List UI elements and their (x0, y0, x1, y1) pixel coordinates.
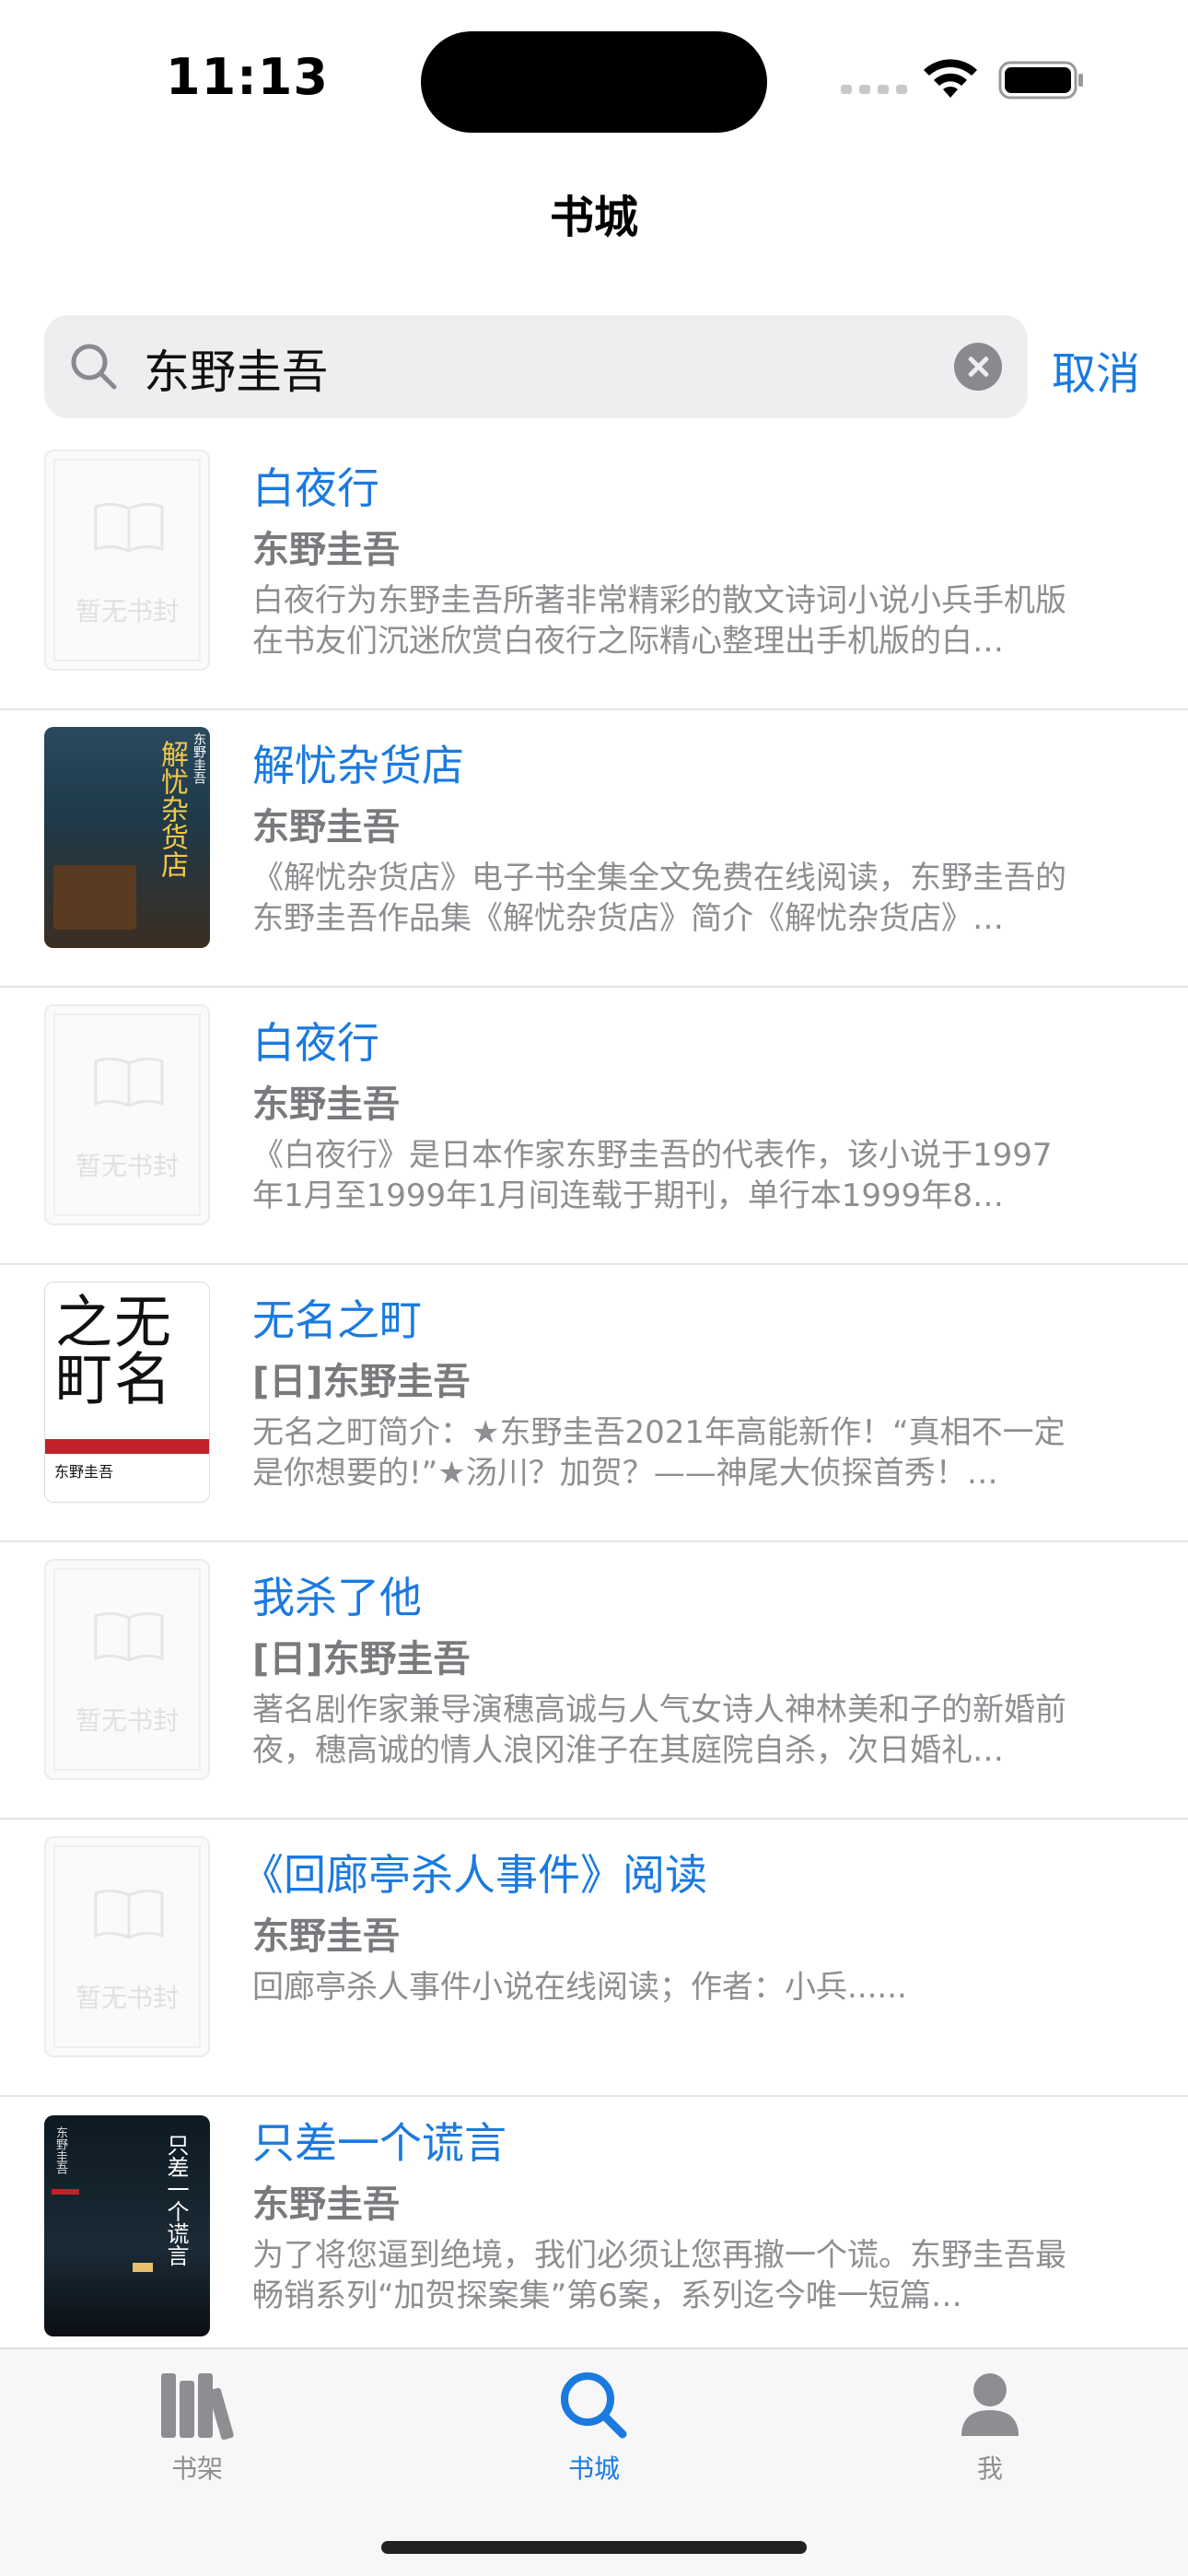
book-cover-image: 无名之町 东野圭吾 (44, 1282, 210, 1503)
book-title[interactable]: 白夜行 (252, 455, 379, 516)
book-author: 东野圭吾 (252, 2184, 400, 2226)
bookshelf-icon (161, 2373, 234, 2441)
book-title[interactable]: 我杀了他 (252, 1564, 422, 1625)
battery-icon (998, 61, 1083, 100)
placeholder-cover-text: 暂无书封 (75, 1705, 179, 1736)
book-description: 无名之町简介：★东野圭吾2021年高能新作！“真相不一定是你想要的!”★汤川？加… (252, 1414, 1066, 1492)
book-author: 东野圭吾 (252, 806, 400, 849)
book-title[interactable]: 只差一个谎言 (252, 2110, 507, 2171)
book-row[interactable]: 暂无书封 《回廊亭杀人事件》阅读 东野圭吾 回廊亭杀人事件小说在线阅读；作者：小… (0, 1820, 1188, 2097)
book-description: 为了将您逼到绝境，我们必须让您再撤一个谎。东野圭吾最畅销系列“加贺探案集”第6案… (252, 2237, 1066, 2314)
status-bar: 11:13 (0, 0, 1188, 157)
book-author: 东野圭吾 (252, 1915, 400, 1958)
book-title[interactable]: 无名之町 (252, 1287, 422, 1348)
status-time: 11:13 (166, 48, 329, 106)
book-cover-placeholder: 暂无书封 (44, 1004, 210, 1225)
search-results-list: 暂无书封 白夜行 东野圭吾 白夜行为东野圭吾所著非常精彩的散文诗词小说小兵手机版… (0, 433, 1188, 2336)
book-cover-placeholder: 暂无书封 (44, 1559, 210, 1780)
cover-author-text: 东野圭吾 (192, 732, 206, 784)
cellular-signal-icon (841, 85, 907, 94)
cover-author-text: 东野圭吾 (54, 1463, 114, 1481)
tab-bookstore[interactable]: 书城 (502, 2368, 686, 2486)
book-title[interactable]: 解忧杂货店 (252, 732, 464, 793)
home-indicator[interactable] (381, 2541, 807, 2554)
book-row[interactable]: 无名之町 东野圭吾 无名之町 [日]东野圭吾 无名之町简介：★东野圭吾2021年… (0, 1265, 1188, 1542)
search-icon (71, 344, 117, 390)
cover-title-text: 无名之町 (45, 1292, 171, 1406)
book-author: 东野圭吾 (252, 1083, 400, 1126)
tab-label: 书城 (567, 2453, 620, 2484)
book-cover-image: 解忧杂货店 东野圭吾 (44, 727, 210, 948)
person-icon (961, 2373, 1019, 2436)
page-title: 书城 (549, 192, 638, 243)
tab-profile[interactable]: 我 (898, 2368, 1082, 2486)
placeholder-cover-text: 暂无书封 (75, 1983, 179, 2013)
book-row[interactable]: 暂无书封 白夜行 东野圭吾 白夜行为东野圭吾所著非常精彩的散文诗词小说小兵手机版… (0, 433, 1188, 710)
tab-label: 我 (976, 2453, 1003, 2484)
cover-title-text: 只差一个谎言 (163, 2134, 189, 2266)
book-row[interactable]: 暂无书封 白夜行 东野圭吾 《白夜行》是日本作家东野圭吾的代表作，该小说于199… (0, 988, 1188, 1265)
book-description: 白夜行为东野圭吾所著非常精彩的散文诗词小说小兵手机版在书友们沉迷欣赏白夜行之际精… (252, 582, 1066, 660)
dynamic-island (421, 31, 767, 133)
tab-label: 书架 (170, 2453, 223, 2484)
book-description: 《解忧杂货店》电子书全集全文免费在线阅读，东野圭吾的东野圭吾作品集《解忧杂货店》… (252, 860, 1066, 937)
cover-title-text: 解忧杂货店 (156, 740, 188, 878)
book-description: 著名剧作家兼导演穗高诚与人气女诗人神林美和子的新婚前夜，穗高诚的情人浪冈淮子在其… (252, 1692, 1066, 1769)
clear-search-button[interactable] (954, 343, 1002, 391)
book-cover-placeholder: 暂无书封 (44, 450, 210, 671)
open-book-icon (94, 1057, 164, 1107)
book-title[interactable]: 《回廊亭杀人事件》阅读 (241, 1842, 707, 1903)
book-row[interactable]: 暂无书封 我杀了他 [日]东野圭吾 著名剧作家兼导演穗高诚与人气女诗人神林美和子… (0, 1542, 1188, 1820)
wifi-icon (924, 59, 977, 98)
placeholder-cover-text: 暂无书封 (75, 1151, 179, 1181)
book-row[interactable]: 解忧杂货店 东野圭吾 解忧杂货店 东野圭吾 《解忧杂货店》电子书全集全文免费在线… (0, 710, 1188, 988)
cancel-button[interactable]: 取消 (1052, 337, 1140, 402)
book-description: 《白夜行》是日本作家东野圭吾的代表作，该小说于1997年1月至1999年1月间连… (252, 1137, 1053, 1214)
search-field[interactable] (44, 315, 1028, 418)
open-book-icon (94, 502, 164, 553)
book-author: [日]东野圭吾 (252, 1361, 471, 1403)
book-cover-placeholder: 暂无书封 (44, 1836, 210, 2057)
book-title[interactable]: 白夜行 (252, 1010, 379, 1071)
book-author: 东野圭吾 (252, 529, 400, 571)
tab-bookshelf[interactable]: 书架 (105, 2368, 289, 2486)
open-book-icon (94, 1889, 164, 1939)
search-input[interactable] (144, 341, 936, 396)
search-icon (561, 2372, 627, 2439)
open-book-icon (94, 1611, 164, 1662)
book-cover-image: 东野圭吾 只差一个谎言 (44, 2115, 210, 2336)
placeholder-cover-text: 暂无书封 (75, 596, 179, 626)
book-description: 回廊亭杀人事件小说在线阅读；作者：小兵...... (252, 1969, 907, 2006)
book-row[interactable]: 东野圭吾 只差一个谎言 只差一个谎言 东野圭吾 为了将您逼到绝境，我们必须让您再… (0, 2097, 1188, 2336)
cover-author-text: 东野圭吾 (53, 2126, 67, 2174)
book-author: [日]东野圭吾 (252, 1638, 471, 1680)
